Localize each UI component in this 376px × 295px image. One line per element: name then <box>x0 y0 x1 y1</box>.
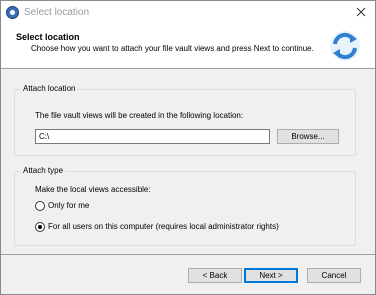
attach-type-description: Make the local views accessible: <box>35 185 151 194</box>
radio-selected-dot <box>38 225 42 229</box>
cancel-button[interactable]: Cancel <box>307 268 361 283</box>
next-button[interactable]: Next > <box>244 268 298 283</box>
title-bar: Select location <box>1 1 375 25</box>
all-users-radio[interactable] <box>35 222 45 232</box>
close-icon[interactable] <box>353 4 369 20</box>
footer-separator <box>1 254 375 255</box>
only-for-me-label[interactable]: Only for me <box>48 201 89 210</box>
wizard-header: Select location Choose how you want to a… <box>1 25 375 69</box>
location-path-input[interactable] <box>35 129 270 144</box>
only-for-me-radio[interactable] <box>35 201 45 211</box>
attach-location-description: The file vault views will be created in … <box>35 111 244 120</box>
dialog-window: Select location Select location Choose h… <box>0 0 376 295</box>
header-subtitle: Choose how you want to attach your file … <box>31 44 314 53</box>
back-button[interactable]: < Back <box>188 268 242 283</box>
window-title: Select location <box>24 7 90 18</box>
sync-arrows-icon <box>330 31 360 61</box>
attach-type-legend: Attach type <box>21 166 66 175</box>
header-title: Select location <box>16 32 80 42</box>
all-users-label[interactable]: For all users on this computer (requires… <box>48 222 279 231</box>
browse-button[interactable]: Browse... <box>277 129 339 144</box>
attach-location-legend: Attach location <box>21 84 78 93</box>
app-icon <box>6 6 19 19</box>
attach-location-group: Attach location <box>14 84 356 156</box>
